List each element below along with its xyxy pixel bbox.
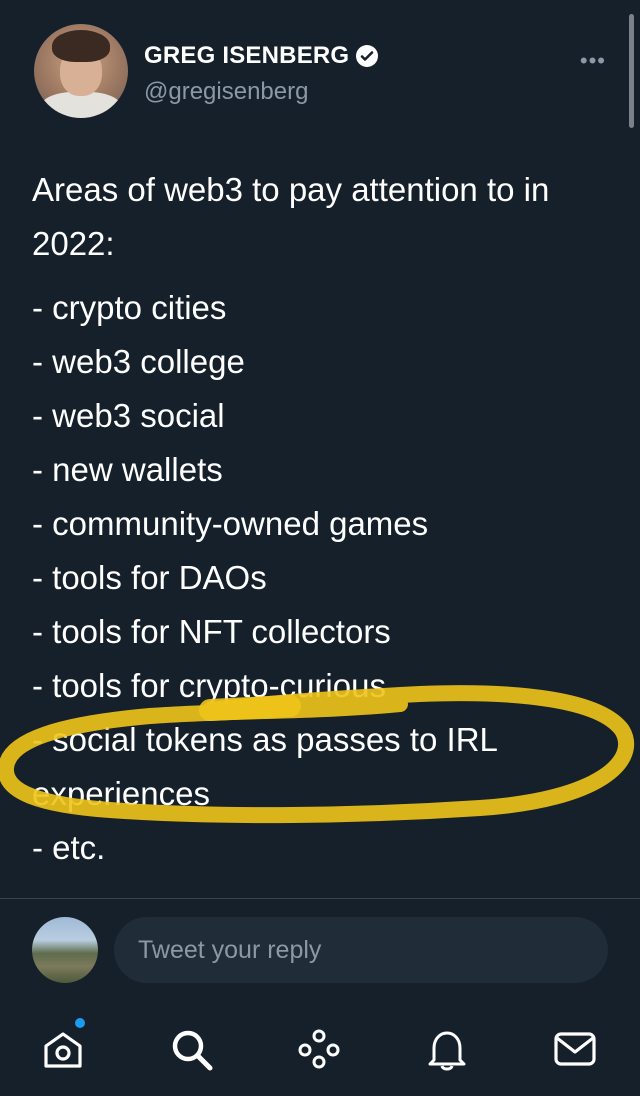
search-icon[interactable] <box>168 1026 214 1072</box>
tweet-list: - crypto cities - web3 college - web3 so… <box>32 281 612 875</box>
user-avatar[interactable] <box>32 917 98 983</box>
more-options-icon[interactable]: ••• <box>580 48 606 74</box>
list-item: - web3 college <box>32 343 245 380</box>
list-item: - web3 social <box>32 397 225 434</box>
tweet-intro: Areas of web3 to pay attention to in 202… <box>32 171 550 262</box>
messages-icon[interactable] <box>552 1026 598 1072</box>
notifications-icon[interactable] <box>424 1026 470 1072</box>
list-item: - new wallets <box>32 451 223 488</box>
reply-input[interactable]: Tweet your reply <box>114 917 608 983</box>
list-item: - tools for DAOs <box>32 559 267 596</box>
list-item: - tools for NFT collectors <box>32 613 391 650</box>
tweet-header: GREG ISENBERG @gregisenberg ••• <box>34 24 614 124</box>
home-icon[interactable] <box>40 1026 86 1072</box>
list-item: - crypto cities <box>32 289 227 326</box>
list-item: - social tokens as passes to IRL experie… <box>32 721 497 812</box>
author-name-row[interactable]: GREG ISENBERG <box>144 42 379 70</box>
scrollbar[interactable] <box>629 14 634 128</box>
list-item: - etc. <box>32 829 106 866</box>
bottom-nav <box>0 1002 640 1096</box>
verified-badge-icon <box>356 45 379 67</box>
tweet-body: Areas of web3 to pay attention to in 202… <box>32 163 612 875</box>
author-avatar[interactable] <box>34 24 128 118</box>
spaces-icon[interactable] <box>296 1026 342 1072</box>
author-handle[interactable]: @gregisenberg <box>144 78 308 106</box>
home-notification-dot <box>75 1018 85 1028</box>
list-item: - community-owned games <box>32 505 429 542</box>
reply-bar: Tweet your reply <box>0 898 640 1003</box>
author-name[interactable]: GREG ISENBERG <box>144 42 349 70</box>
list-item: - tools for crypto-curious <box>32 667 386 704</box>
